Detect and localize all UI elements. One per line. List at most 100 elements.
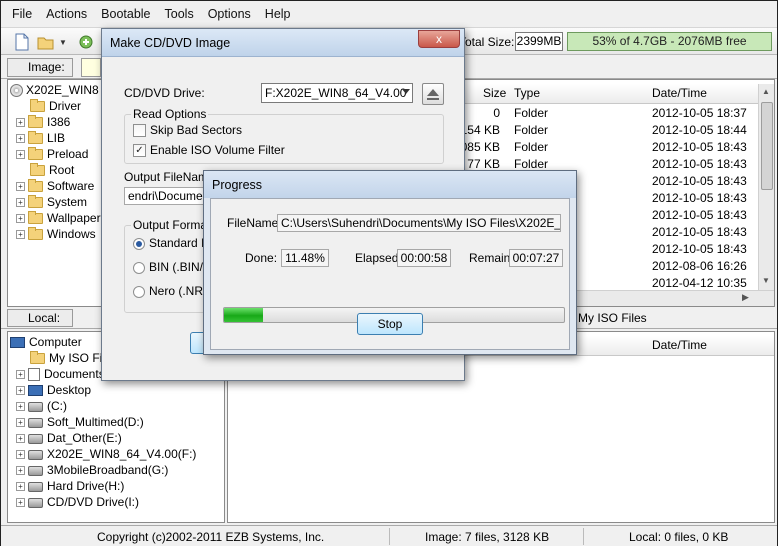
tree-item[interactable]: + X202E_WIN8_64_V4.00(F:) xyxy=(16,446,196,462)
stop-button[interactable]: Stop xyxy=(357,313,423,335)
tree-item[interactable]: Driver xyxy=(16,98,81,114)
new-file-icon[interactable] xyxy=(13,33,31,51)
local-col-datetime[interactable]: Date/Time xyxy=(652,336,707,355)
tree-item[interactable]: + Software xyxy=(16,178,94,194)
expand-icon[interactable]: + xyxy=(16,370,25,380)
expand-icon[interactable]: + xyxy=(16,482,25,492)
drive-value: F:X202E_WIN8_64_V4.00 xyxy=(265,86,407,100)
expand-icon[interactable]: + xyxy=(16,498,25,508)
tree-item[interactable]: + Hard Drive(H:) xyxy=(16,478,124,494)
expand-icon[interactable]: + xyxy=(16,134,25,144)
done-field: 11.48% xyxy=(281,249,329,267)
expand-icon[interactable]: + xyxy=(16,198,25,208)
expand-icon[interactable]: + xyxy=(16,150,25,160)
format-option[interactable]: Nero (.NRG xyxy=(133,284,212,298)
menu-bar: File Actions Bootable Tools Options Help xyxy=(1,1,777,27)
format-option[interactable]: BIN (.BIN/. xyxy=(133,260,206,274)
monitor-icon xyxy=(10,337,25,349)
drive-icon xyxy=(28,449,43,460)
scroll-up-icon[interactable]: ▲ xyxy=(762,87,770,96)
tree-item[interactable]: + LIB xyxy=(16,130,65,146)
col-size[interactable]: Size xyxy=(483,84,506,103)
enable-iso-filter-label: Enable ISO Volume Filter xyxy=(150,143,285,157)
expand-icon[interactable]: + xyxy=(16,386,25,396)
menu-help[interactable]: Help xyxy=(258,4,298,24)
folder-icon xyxy=(28,195,43,209)
expand-icon[interactable]: + xyxy=(16,230,25,240)
scroll-down-icon[interactable]: ▼ xyxy=(762,276,770,285)
tree-item[interactable]: + Preload xyxy=(16,146,88,162)
chevron-down-icon xyxy=(402,89,410,94)
cell-size: 0 xyxy=(493,106,500,120)
tree-item[interactable]: + Documents xyxy=(16,366,105,382)
enable-iso-filter-checkbox[interactable]: ✓ xyxy=(133,144,146,158)
cell-datetime: 2012-10-05 18:43 xyxy=(652,242,747,256)
tree-item[interactable]: +3MobileBroadband(G:) xyxy=(16,462,168,478)
open-folder-icon[interactable] xyxy=(37,33,55,51)
skip-bad-sectors-checkbox[interactable] xyxy=(133,124,146,138)
open-dropdown-icon[interactable]: ▼ xyxy=(59,38,67,47)
tree-item[interactable]: + (C:) xyxy=(16,398,67,414)
menu-actions[interactable]: Actions xyxy=(39,4,94,24)
status-local-info: Local: 0 files, 0 KB xyxy=(629,530,729,544)
col-datetime[interactable]: Date/Time xyxy=(652,84,707,103)
tree-item[interactable]: + Desktop xyxy=(16,382,91,398)
tree-item[interactable]: + System xyxy=(16,194,87,210)
enable-iso-filter-option[interactable]: ✓ Enable ISO Volume Filter xyxy=(133,143,285,158)
filename-field: C:\Users\Suhendri\Documents\My ISO Files… xyxy=(277,214,561,232)
expand-icon[interactable]: + xyxy=(16,418,25,428)
expand-icon[interactable]: + xyxy=(16,434,25,444)
skip-bad-sectors-option[interactable]: Skip Bad Sectors xyxy=(133,123,242,138)
tree-item-label: Soft_Multimed(D:) xyxy=(47,415,144,429)
format-radio[interactable] xyxy=(133,237,145,250)
tree-item-label: Driver xyxy=(49,99,81,113)
expand-icon[interactable]: + xyxy=(16,118,25,128)
drive-label: CD/DVD Drive: xyxy=(124,86,205,100)
recycle-icon[interactable] xyxy=(77,33,95,51)
cd-icon xyxy=(10,84,23,98)
tree-item-label: X202E_WIN8 xyxy=(26,83,99,97)
tree-item[interactable]: + Soft_Multimed(D:) xyxy=(16,414,144,430)
tree-item[interactable]: + I386 xyxy=(16,114,70,130)
tree-item[interactable]: Root xyxy=(16,162,74,178)
col-type[interactable]: Type xyxy=(514,84,540,103)
tree-item[interactable]: + Wallpaper xyxy=(16,210,101,226)
done-label: Done: xyxy=(245,251,278,265)
expand-icon[interactable]: + xyxy=(16,450,25,460)
tree-item-label: Computer xyxy=(29,335,82,349)
image-list-scrollbar[interactable]: ▲ ▼ xyxy=(758,84,774,290)
format-radio[interactable] xyxy=(133,285,145,298)
scroll-thumb[interactable] xyxy=(761,102,773,190)
read-options-group: Read Options Skip Bad Sectors ✓ Enable IS… xyxy=(124,107,444,164)
cell-datetime: 2012-08-06 16:26 xyxy=(652,259,747,273)
expand-icon[interactable]: + xyxy=(16,182,25,192)
cell-datetime: 2012-10-05 18:37 xyxy=(652,106,747,120)
drive-icon xyxy=(28,417,43,428)
menu-bootable[interactable]: Bootable xyxy=(94,4,157,24)
expand-icon[interactable]: + xyxy=(16,214,25,224)
tree-item[interactable]: X202E_WIN8 xyxy=(10,82,99,98)
tree-item-label: Hard Drive(H:) xyxy=(47,479,125,493)
progress-dialog: Progress FileName: C:\Users\Suhendri\Doc… xyxy=(203,170,577,355)
eject-button[interactable] xyxy=(422,83,444,105)
drive-select[interactable]: F:X202E_WIN8_64_V4.00 xyxy=(261,83,413,103)
total-size-value: 2399MB xyxy=(515,32,563,51)
tree-item[interactable]: + Windows xyxy=(16,226,96,242)
image-path-input[interactable] xyxy=(81,58,101,77)
expand-icon[interactable]: + xyxy=(16,402,25,412)
format-option[interactable]: Standard IS xyxy=(133,236,212,250)
menu-tools[interactable]: Tools xyxy=(158,4,201,24)
make-image-titlebar[interactable]: Make CD/DVD Image x xyxy=(102,29,464,57)
close-button[interactable]: x xyxy=(418,30,460,48)
tree-item[interactable]: + CD/DVD Drive(I:) xyxy=(16,494,139,510)
folder-icon xyxy=(30,163,45,177)
menu-options[interactable]: Options xyxy=(201,4,258,24)
tree-item[interactable]: + Dat_Other(E:) xyxy=(16,430,122,446)
expand-icon[interactable]: + xyxy=(16,466,25,476)
progress-titlebar[interactable]: Progress xyxy=(204,171,576,198)
menu-file[interactable]: File xyxy=(5,4,39,24)
scroll-right-icon[interactable]: ▶ xyxy=(742,292,749,303)
format-radio[interactable] xyxy=(133,261,145,274)
tree-item[interactable]: Computer xyxy=(10,334,82,350)
tree-item-label: (C:) xyxy=(47,399,67,413)
